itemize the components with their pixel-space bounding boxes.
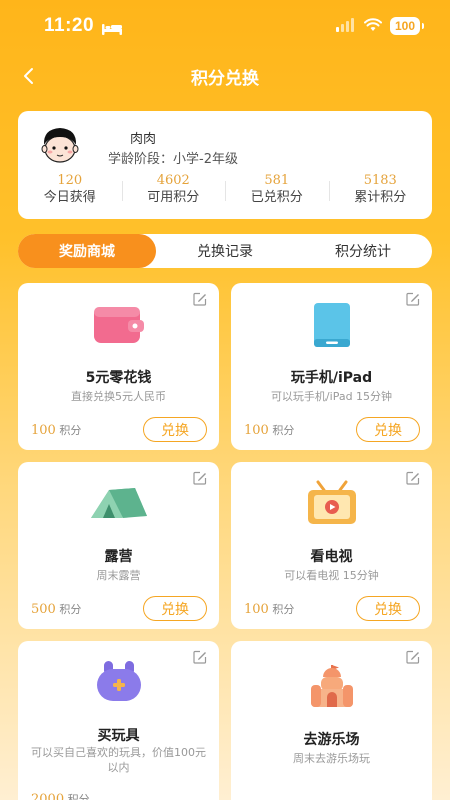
points-value: 100 (244, 602, 269, 617)
status-bar: 11:20 100 (0, 0, 450, 52)
reward-card[interactable]: 5元零花钱 直接兑换5元人民币 100 积分 兑换 (18, 283, 219, 450)
stat-today: 120 今日获得 (18, 173, 122, 207)
reward-points: 2000 积分 (31, 791, 90, 800)
reward-title: 看电视 (310, 549, 353, 565)
points-stats: 120 今日获得 4602 可用积分 581 已兑积分 5183 累计积分 (18, 173, 432, 207)
reward-desc: 可以看电视 15分钟 (284, 569, 379, 582)
chevron-left-icon (24, 68, 33, 84)
tab-bar: 奖励商城 兑换记录 积分统计 (18, 234, 432, 268)
redeem-button[interactable]: 兑换 (356, 417, 420, 442)
bed-icon (102, 20, 123, 35)
status-indicators: 100 (335, 17, 425, 36)
redeem-button[interactable]: 兑换 (356, 596, 420, 621)
tv-icon (306, 480, 358, 532)
edit-icon[interactable] (406, 470, 420, 485)
reward-title: 玩手机/iPad (290, 370, 373, 386)
reward-desc: 周末露营 (96, 569, 141, 582)
points-unit: 积分 (59, 603, 82, 616)
points-value: 500 (31, 602, 56, 617)
edit-icon[interactable] (193, 291, 207, 306)
edit-icon[interactable] (406, 291, 420, 306)
tent-icon (89, 484, 149, 528)
castle-icon (307, 663, 357, 715)
reward-desc: 可以买自己喜欢的玩具，价值100元以内 (31, 746, 206, 774)
stat-total: 5183 累计积分 (328, 173, 433, 207)
stat-label: 可用积分 (147, 190, 200, 205)
reward-card[interactable]: 露营 周末露营 500 积分 兑换 (18, 462, 219, 629)
reward-title: 买玩具 (97, 728, 140, 744)
reward-title: 露营 (104, 549, 133, 565)
points-value: 100 (244, 423, 269, 438)
reward-desc: 周末去游乐场玩 (293, 752, 370, 765)
reward-points: 100 积分 (31, 422, 81, 438)
reward-points: 100 积分 (244, 601, 294, 617)
tab-redeem-history[interactable]: 兑换记录 (156, 234, 294, 268)
user-name: 肉肉 (130, 132, 157, 147)
stat-label: 累计积分 (354, 190, 407, 205)
user-grade: 学龄阶段：小学-2年级 (108, 152, 238, 167)
stat-label: 已兑积分 (250, 190, 303, 205)
gamepad-icon (94, 659, 144, 709)
page-title: 积分兑换 (191, 68, 259, 89)
reward-card[interactable]: 去游乐场 周末去游乐场玩 (231, 641, 432, 800)
reward-title: 去游乐场 (303, 732, 360, 748)
points-unit: 积分 (59, 424, 82, 437)
reward-title: 5元零花钱 (85, 370, 152, 386)
reward-desc: 直接兑换5元人民币 (71, 390, 166, 403)
edit-icon[interactable] (193, 470, 207, 485)
edit-icon[interactable] (193, 649, 207, 664)
stat-redeemed: 581 已兑积分 (225, 173, 329, 207)
stat-value: 120 (57, 173, 83, 188)
reward-desc: 可以玩手机/iPad 15分钟 (270, 390, 393, 403)
stat-label: 今日获得 (43, 190, 96, 205)
wallet-icon (92, 303, 146, 351)
wifi-icon (363, 17, 382, 36)
status-time: 11:20 (44, 15, 95, 36)
points-value: 100 (31, 423, 56, 438)
reward-card[interactable]: 买玩具 可以买自己喜欢的玩具，价值100元以内 2000 积分 (18, 641, 219, 800)
redeem-button[interactable]: 兑换 (143, 417, 207, 442)
points-unit: 积分 (67, 793, 90, 800)
tab-points-stats[interactable]: 积分统计 (294, 234, 432, 268)
reward-points: 100 积分 (244, 422, 294, 438)
points-unit: 积分 (272, 424, 295, 437)
stat-value: 4602 (156, 173, 190, 188)
edit-icon[interactable] (406, 649, 420, 664)
stat-value: 5183 (363, 173, 397, 188)
avatar[interactable] (38, 123, 82, 167)
signal-icon (335, 17, 356, 36)
stat-available: 4602 可用积分 (121, 173, 226, 207)
reward-card[interactable]: 玩手机/iPad 可以玩手机/iPad 15分钟 100 积分 兑换 (231, 283, 432, 450)
stat-value: 581 (264, 173, 290, 188)
nav-bar: 积分兑换 (0, 56, 450, 96)
tablet-icon (312, 301, 352, 355)
profile-card: 肉肉 学龄阶段：小学-2年级 120 今日获得 4602 可用积分 581 已兑… (18, 111, 432, 219)
battery-indicator: 100 (389, 17, 425, 35)
reward-points: 500 积分 (31, 601, 81, 617)
points-value: 2000 (31, 792, 65, 800)
back-button[interactable] (14, 62, 42, 90)
redeem-button[interactable]: 兑换 (143, 596, 207, 621)
points-unit: 积分 (272, 603, 295, 616)
tab-reward-shop[interactable]: 奖励商城 (18, 234, 156, 268)
reward-card[interactable]: 看电视 可以看电视 15分钟 100 积分 兑换 (231, 462, 432, 629)
